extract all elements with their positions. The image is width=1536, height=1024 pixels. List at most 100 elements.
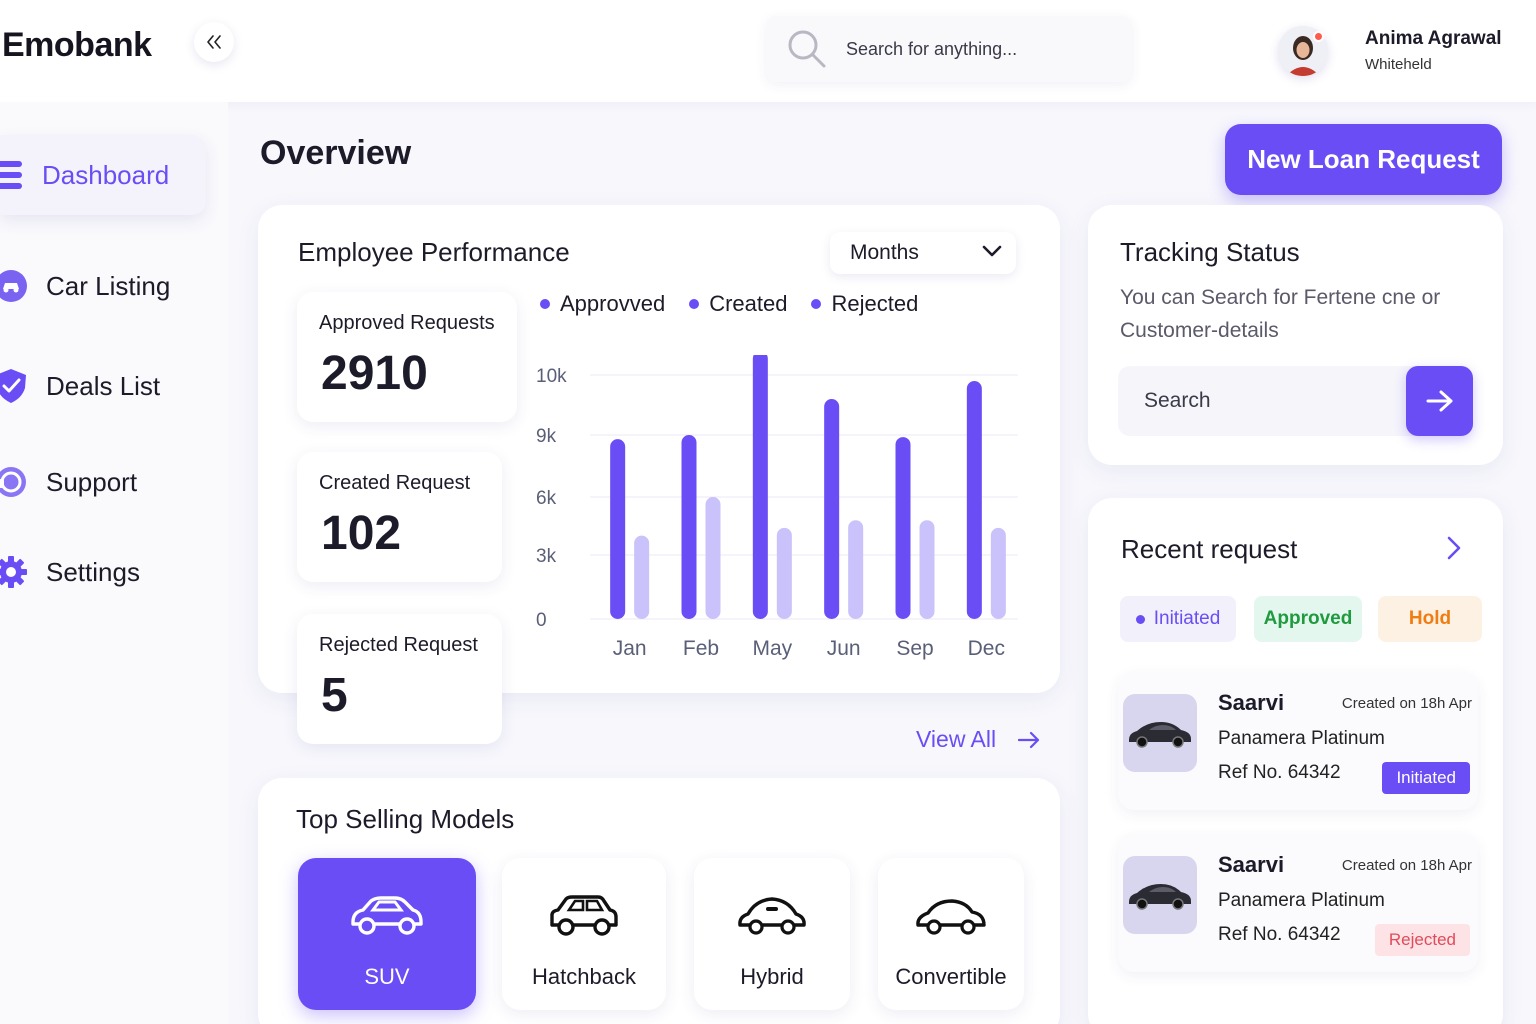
top-bar: Emobank Anima Agrawal Whiteheld [0,0,1536,102]
model-tile-hatchback[interactable]: Hatchback [502,858,666,1010]
chart-bar [610,439,626,619]
view-all-link[interactable]: View All [916,726,1040,753]
legend-label: Rejected [831,291,919,316]
y-tick-label: 3k [536,546,557,567]
request-car-model: Panamera Platinum [1218,728,1385,749]
tracking-status-card: Tracking Status You can Search for Ferte… [1088,205,1503,465]
sidebar-item-car-listing[interactable]: Car Listing [0,246,206,326]
model-tile-hybrid[interactable]: Hybrid [694,858,850,1010]
performance-bar-chart: 0 3k 6k 9k 10k Jan Feb May Jun Sep Dec [536,355,1018,660]
legend-item: Rejected [811,291,918,317]
model-tile-convertible[interactable]: Convertible [878,858,1024,1010]
period-select[interactable]: Months [830,232,1016,274]
user-name: Anima Agrawal [1365,28,1502,49]
status-badge: Rejected [1374,924,1470,956]
global-search[interactable] [766,16,1132,82]
request-ref-number: Ref No. 64342 [1218,924,1341,945]
chart-bar [895,437,911,619]
top-selling-models-card: Top Selling Models SUV Hatchback Hybrid … [258,778,1060,1024]
filter-chip-label: Initiated [1153,608,1221,629]
request-ref-number: Ref No. 64342 [1218,762,1341,783]
stat-label: Rejected Request [319,634,478,656]
car-image-icon [1129,722,1191,748]
legend-item: Approvved [540,291,665,317]
y-tick-label: 6k [536,488,557,509]
sidebar-item-dashboard[interactable]: Dashboard [0,135,206,215]
new-loan-request-button[interactable]: New Loan Request [1225,124,1502,195]
stat-rejected: Rejected Request 5 [297,614,502,744]
arrow-right-icon [1426,390,1452,412]
convertible-icon [914,892,988,940]
sidebar-item-label: Settings [46,556,140,587]
tracking-description: You can Search for Fertene cne or Custom… [1120,286,1441,342]
card-title: Employee Performance [298,237,570,267]
model-label: Convertible [895,964,1007,989]
legend-dot [811,299,822,309]
x-tick-label: Jan [613,637,647,660]
x-tick-label: Feb [683,637,719,660]
stat-label: Created Request [319,472,471,494]
chevron-right-icon[interactable] [1446,536,1462,560]
arrow-right-icon [1018,731,1040,748]
tracking-search-input[interactable] [1118,366,1418,436]
request-date: Created on 18h Apr [1341,857,1472,874]
filter-chip-hold[interactable]: Hold [1378,596,1482,642]
legend-label: Approvved [560,291,666,316]
double-chevron-left-icon [207,35,221,49]
stat-value: 5 [321,669,348,722]
card-title: Recent request [1121,534,1298,564]
sidebar-item-label: Car Listing [46,270,171,301]
request-car-model: Panamera Platinum [1218,890,1385,911]
model-label: SUV [364,964,410,989]
card-title: Top Selling Models [296,804,515,834]
stat-created: Created Request 102 [297,452,502,582]
stat-value: 102 [321,507,402,560]
filter-chip-initiated[interactable]: Initiated [1120,596,1236,642]
legend-dot [689,299,700,309]
x-tick-label: Dec [968,637,1005,660]
view-all-label: View All [916,726,997,752]
car-thumbnail [1123,856,1197,934]
menu-icon [0,158,28,192]
sidebar-item-support[interactable]: Support [0,442,206,522]
tracking-search-button[interactable] [1406,366,1473,436]
model-label: Hatchback [532,964,636,989]
chart-bar [752,355,768,619]
list-item[interactable]: Saarvi Created on 18h Apr Panamera Plati… [1118,834,1478,972]
request-date: Created on 18h Apr [1341,695,1472,712]
collapse-sidebar-button[interactable] [194,22,234,62]
search-input[interactable] [846,34,1116,64]
page-title: Overview [260,134,412,172]
car-image-icon [1129,884,1191,910]
hybrid-car-icon [736,892,808,940]
chart-legend: Approvved Created Rejected [540,291,918,317]
y-tick-label: 10k [536,366,567,387]
legend-label: Created [709,291,788,316]
sidebar-item-label: Deals List [46,370,161,401]
request-customer-name: Saarvi [1218,852,1285,877]
model-tile-suv[interactable]: SUV [298,858,476,1010]
model-label: Hybrid [740,964,804,989]
stat-value: 2910 [321,347,428,400]
period-select-value: Months [850,241,919,264]
status-badge: Initiated [1382,762,1470,794]
app-logo: Emobank [2,26,152,64]
request-customer-name: Saarvi [1218,690,1285,715]
chart-bar [776,527,792,619]
chart-bar [634,535,650,619]
y-tick-label: 0 [536,610,547,631]
sidebar-item-deals-list[interactable]: Deals List [0,346,206,426]
x-tick-label: Jun [827,637,861,660]
sidebar-item-settings[interactable]: Settings [0,532,206,612]
card-title: Tracking Status [1120,237,1300,267]
filter-chip-approved[interactable]: Approved [1254,596,1362,642]
notification-dot [1313,31,1324,42]
x-tick-label: May [752,637,792,660]
list-item[interactable]: Saarvi Created on 18h Apr Panamera Plati… [1118,672,1478,810]
chart-bar [681,435,697,619]
chevron-down-icon [982,245,1002,257]
gear-icon [0,555,28,589]
chart-bar [919,520,935,619]
stat-approved: Approved Requests 2910 [297,292,517,422]
status-dot [1135,614,1145,624]
